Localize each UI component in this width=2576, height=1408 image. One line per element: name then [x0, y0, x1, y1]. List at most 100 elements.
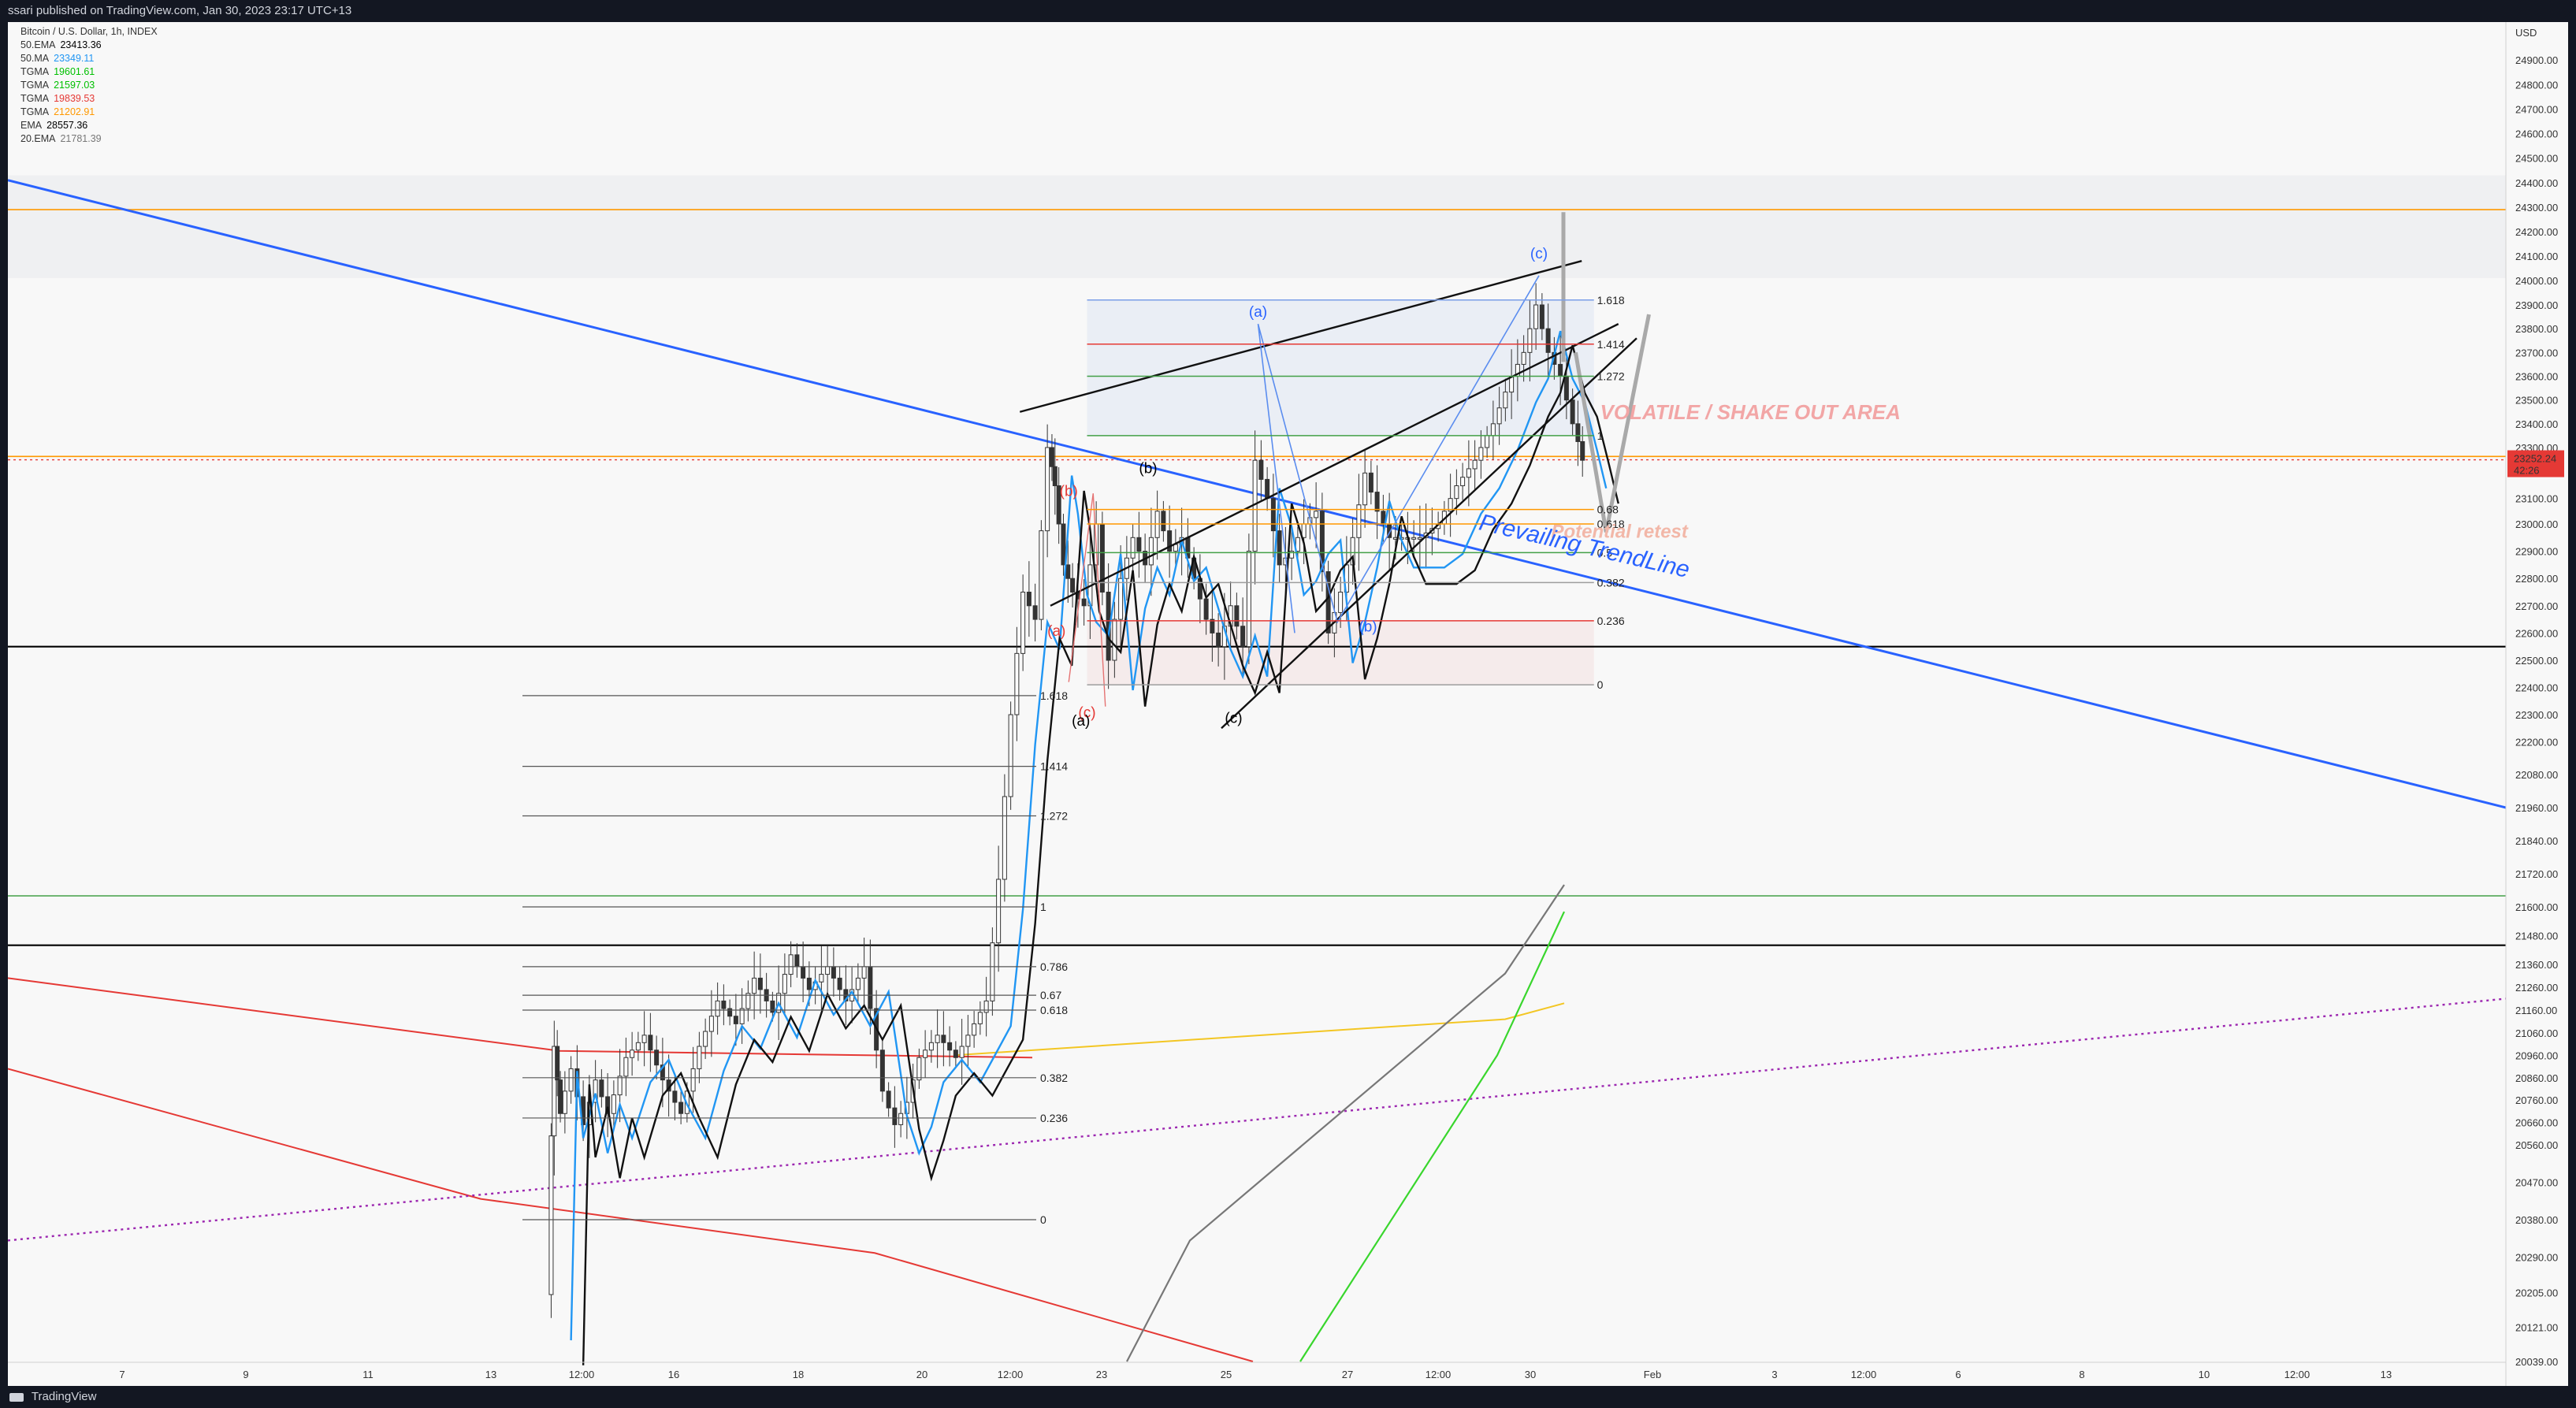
candle-body: [1521, 351, 1526, 365]
zone-band: [8, 175, 2506, 278]
candle-body: [868, 966, 873, 1009]
candle-body: [1503, 392, 1508, 409]
volatile-zone-label: VOLATILE / SHAKE OUT AREA: [1600, 400, 1901, 424]
candle-body: [1570, 399, 1575, 425]
fib-label-upper: 0.382: [1597, 576, 1625, 589]
candle-body: [1234, 605, 1240, 627]
price-tick: 23500.00: [2515, 395, 2558, 407]
candle-body: [1203, 598, 1209, 620]
footer-bar: TradingView: [0, 1386, 2576, 1408]
wave-label: (b): [1060, 483, 1078, 500]
legend-value: 19839.53: [54, 93, 95, 104]
price-chart[interactable]: 1.6181.4141.27210.680.6180.50.3820.23601…: [8, 22, 2568, 1386]
candle-body: [1558, 363, 1563, 377]
legend-value: 28557.36: [46, 120, 88, 131]
candle-body: [916, 1057, 922, 1081]
legend-row: TGMA 21597.03: [20, 79, 158, 92]
legend-row: TGMA 19601.61: [20, 65, 158, 79]
time-tick: 10: [2199, 1369, 2210, 1380]
price-tick: 24600.00: [2515, 128, 2558, 140]
candle-body: [739, 1008, 745, 1024]
candle-body: [641, 1035, 647, 1043]
price-tick: 23700.00: [2515, 347, 2558, 359]
price-tick: 22300.00: [2515, 709, 2558, 721]
price-tick: 23600.00: [2515, 371, 2558, 383]
candle-body: [928, 1042, 934, 1051]
candle-body: [1374, 492, 1380, 512]
candle-body: [977, 1012, 983, 1024]
price-tick: 21060.00: [2515, 1027, 2558, 1039]
symbol-title: Bitcoin / U.S. Dollar, 1h, INDEX: [20, 26, 158, 37]
wave-label: (c): [1225, 710, 1242, 726]
legend-value: 21202.91: [54, 106, 95, 117]
price-tick: 22200.00: [2515, 737, 2558, 749]
fib-label-upper: 1.414: [1597, 338, 1625, 351]
candle-body: [1032, 605, 1038, 620]
candle-body: [721, 1000, 727, 1009]
wave-label: (a): [1249, 304, 1267, 321]
candle-body: [568, 1068, 574, 1092]
legend-label: 50.MA: [20, 53, 50, 64]
candle-body: [972, 1023, 977, 1036]
candle-body: [1049, 447, 1054, 467]
candle-body: [1485, 435, 1490, 448]
candle-body: [1246, 551, 1251, 648]
candle-body: [941, 1035, 946, 1043]
candle-body: [788, 954, 794, 975]
candle-body: [806, 977, 812, 990]
price-tick: 20470.00: [2515, 1177, 2558, 1189]
candle-body: [990, 942, 995, 1001]
time-tick: 23: [1096, 1369, 1107, 1380]
time-tick: 11: [362, 1369, 374, 1380]
legend-value: 23413.36: [60, 39, 102, 50]
price-tick: 21720.00: [2515, 868, 2558, 880]
candle-body: [947, 1042, 953, 1051]
price-tick: 22800.00: [2515, 573, 2558, 585]
candle-body: [1020, 592, 1026, 654]
candle-body: [1496, 407, 1502, 425]
time-tick: 12:00: [569, 1369, 595, 1380]
price-tick: 22500.00: [2515, 655, 2558, 667]
legend-label: TGMA: [20, 80, 50, 91]
candle-body: [1368, 472, 1373, 493]
legend-value: 21597.03: [54, 80, 95, 91]
candle-body: [1112, 619, 1117, 661]
price-tick: 20121.00: [2515, 1322, 2558, 1334]
candle-body: [935, 1035, 940, 1043]
fib-label-upper: 0.68: [1597, 503, 1619, 516]
time-tick: 3: [1771, 1369, 1777, 1380]
legend-label: TGMA: [20, 93, 50, 104]
fib-label-upper: 1.272: [1597, 370, 1625, 383]
price-tick: 21840.00: [2515, 835, 2558, 847]
candle-body: [1136, 537, 1142, 552]
price-tick: 24500.00: [2515, 153, 2558, 165]
chart-area[interactable]: 1.618 1.414 1.272 1 0.68 0.618 0.5 0.382 0.236 0 1…: [8, 22, 2568, 1386]
candle-body: [558, 1079, 563, 1114]
time-tick: 13: [485, 1369, 496, 1380]
time-tick: 8: [2079, 1369, 2084, 1380]
price-tick: 20660.00: [2515, 1117, 2558, 1129]
time-tick: 12:00: [998, 1369, 1024, 1380]
candle-body: [611, 1094, 616, 1114]
legend-row: TGMA 19839.53: [20, 92, 158, 106]
price-tick: 20039.00: [2515, 1356, 2558, 1368]
candle-body: [715, 1000, 720, 1017]
price-tick: 20205.00: [2515, 1287, 2558, 1298]
candle-body: [1411, 537, 1417, 540]
time-tick: 7: [119, 1369, 125, 1380]
price-tick: 20380.00: [2515, 1214, 2558, 1226]
candle-body: [1265, 478, 1270, 500]
price-tick: 22700.00: [2515, 600, 2558, 612]
candle-body: [996, 879, 1002, 944]
candle-body: [708, 1016, 714, 1032]
candle-body: [1580, 440, 1585, 461]
candle-body: [1490, 423, 1496, 437]
last-price-value: 23252.24: [2514, 453, 2556, 465]
legend-value: 19601.61: [54, 66, 95, 77]
candle-body: [1314, 511, 1319, 518]
candle-body: [1081, 598, 1087, 607]
time-tick: 12:00: [1426, 1369, 1452, 1380]
wave-label: (b): [1359, 619, 1377, 636]
price-tick: 21480.00: [2515, 931, 2558, 942]
price-tick: 23800.00: [2515, 323, 2558, 335]
